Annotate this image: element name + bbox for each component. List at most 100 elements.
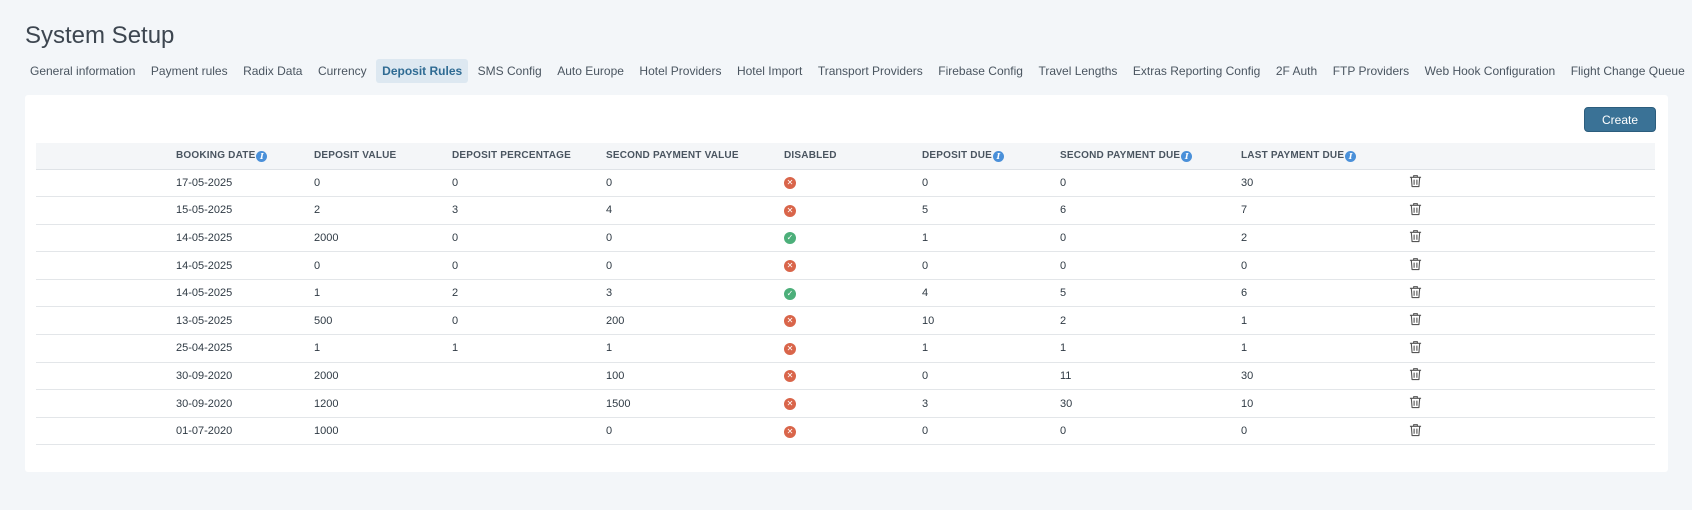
tab-flight-change-queue[interactable]: Flight Change Queue	[1565, 59, 1691, 83]
cell-deposit-percentage	[452, 389, 606, 418]
tab-auto-europe[interactable]: Auto Europe	[551, 59, 630, 83]
header-deposit-due[interactable]: DEPOSIT DUE i	[922, 143, 1060, 170]
header-second-payment-due[interactable]: SECOND PAYMENT DUE i	[1060, 143, 1241, 170]
info-icon[interactable]: i	[993, 150, 1004, 162]
x-circle-icon: ✕	[784, 425, 796, 438]
row-spacer	[36, 224, 176, 253]
info-icon[interactable]: i	[1181, 150, 1193, 162]
tab-sms-config[interactable]: SMS Config	[472, 59, 548, 83]
tab-web-hook-configuration[interactable]: Web Hook Configuration	[1419, 59, 1562, 83]
row-spacer	[36, 279, 176, 308]
table-row[interactable]: 14-05-2025 2000 0 0 ✓ 1 0 2	[36, 224, 1655, 253]
cell-disabled: ✕	[784, 251, 922, 280]
cell-deposit-due: 3	[922, 389, 1060, 418]
header-deposit-percentage[interactable]: DEPOSIT PERCENTAGE	[452, 143, 606, 170]
header-last-payment-due[interactable]: LAST PAYMENT DUE i	[1241, 143, 1409, 170]
tab-general-information[interactable]: General information	[24, 59, 141, 83]
cell-deposit-value: 500	[314, 306, 452, 336]
info-icon[interactable]: i	[1345, 150, 1357, 162]
trash-icon[interactable]	[1409, 423, 1422, 437]
create-button[interactable]: Create	[1584, 107, 1656, 132]
check-circle-icon: ✓	[784, 232, 796, 245]
trash-icon[interactable]	[1409, 257, 1422, 271]
tab-bar: General information Payment rules Radix Da…	[24, 59, 1692, 83]
tab-ftp-providers[interactable]: FTP Providers	[1327, 59, 1415, 83]
table-row[interactable]: 30-09-2020 1200 1500 ✕ 3 30 10	[36, 389, 1655, 418]
table-row[interactable]: 15-05-2025 2 3 4 ✕ 5 6 7	[36, 196, 1655, 225]
cell-disabled: ✕	[784, 389, 922, 418]
trash-icon[interactable]	[1409, 312, 1422, 326]
table-row[interactable]: 14-05-2025 1 2 3 ✓ 4 5 6	[36, 279, 1655, 308]
deposit-rules-table: BOOKING DATE i DEPOSIT VALUE DEPOSIT PERC…	[36, 143, 1655, 446]
cell-disabled: ✕	[784, 306, 922, 336]
cell-booking-date: 15-05-2025	[176, 196, 314, 225]
cell-actions	[1409, 389, 1655, 418]
tab-payment-rules[interactable]: Payment rules	[145, 59, 234, 83]
table-row[interactable]: 25-04-2025 1 1 1 ✕ 1 1 1	[36, 334, 1655, 363]
tab-extras-reporting-config[interactable]: Extras Reporting Config	[1127, 59, 1266, 83]
cell-last-payment-due: 2	[1241, 224, 1409, 253]
trash-icon[interactable]	[1409, 202, 1422, 216]
trash-icon[interactable]	[1409, 174, 1422, 188]
cell-second-payment-value: 1500	[606, 389, 784, 418]
row-spacer	[36, 362, 176, 391]
tab-currency[interactable]: Currency	[312, 59, 373, 83]
tab-transport-providers[interactable]: Transport Providers	[812, 59, 929, 83]
info-icon[interactable]: i	[256, 150, 268, 162]
cell-second-payment-due: 0	[1060, 251, 1241, 280]
cell-deposit-percentage	[452, 417, 606, 446]
table-row[interactable]: 14-05-2025 0 0 0 ✕ 0 0 0	[36, 251, 1655, 280]
tab-deposit-rules[interactable]: Deposit Rules	[376, 59, 469, 83]
x-circle-icon: ✕	[784, 342, 796, 355]
cell-second-payment-due: 6	[1060, 196, 1241, 225]
trash-icon[interactable]	[1409, 367, 1422, 381]
cell-second-payment-due: 1	[1060, 334, 1241, 363]
trash-icon[interactable]	[1409, 340, 1422, 354]
x-circle-icon: ✕	[784, 260, 796, 273]
cell-deposit-value: 0	[314, 251, 452, 280]
cell-deposit-percentage: 3	[452, 196, 606, 225]
cell-deposit-due: 0	[922, 362, 1060, 391]
cell-disabled: ✕	[784, 196, 922, 225]
page-title: System Setup	[25, 22, 175, 49]
cell-deposit-due: 1	[922, 334, 1060, 363]
cell-last-payment-due: 0	[1241, 251, 1409, 280]
tab-2f-auth[interactable]: 2F Auth	[1270, 59, 1323, 83]
cell-second-payment-value: 3	[606, 279, 784, 308]
tab-travel-lengths[interactable]: Travel Lengths	[1032, 59, 1123, 83]
table-row[interactable]: 17-05-2025 0 0 0 ✕ 0 0 30	[36, 169, 1655, 198]
tab-radix-data[interactable]: Radix Data	[237, 59, 308, 83]
cell-second-payment-value: 1	[606, 334, 784, 363]
header-booking-date[interactable]: BOOKING DATE i	[176, 143, 314, 170]
table-row[interactable]: 30-09-2020 2000 100 ✕ 0 11 30	[36, 362, 1655, 391]
trash-icon[interactable]	[1409, 229, 1422, 243]
cell-booking-date: 14-05-2025	[176, 279, 314, 308]
x-circle-icon: ✕	[784, 204, 796, 217]
cell-last-payment-due: 30	[1241, 169, 1409, 198]
cell-deposit-value: 1000	[314, 417, 452, 446]
cell-second-payment-due: 11	[1060, 362, 1241, 391]
tab-hotel-providers[interactable]: Hotel Providers	[633, 59, 727, 83]
tab-firebase-config[interactable]: Firebase Config	[932, 59, 1029, 83]
x-circle-icon: ✕	[784, 370, 796, 383]
header-actions	[1409, 143, 1655, 170]
cell-booking-date: 17-05-2025	[176, 169, 314, 198]
table-row[interactable]: 01-07-2020 1000 0 ✕ 0 0 0	[36, 417, 1655, 446]
trash-icon[interactable]	[1409, 395, 1422, 409]
cell-last-payment-due: 1	[1241, 334, 1409, 363]
trash-icon[interactable]	[1409, 285, 1422, 299]
cell-actions	[1409, 196, 1655, 225]
cell-deposit-percentage: 0	[452, 224, 606, 253]
cell-actions	[1409, 251, 1655, 280]
cell-deposit-percentage: 0	[452, 306, 606, 336]
x-circle-icon: ✕	[784, 177, 796, 190]
cell-deposit-value: 1200	[314, 389, 452, 418]
table-row[interactable]: 13-05-2025 500 0 200 ✕ 10 2 1	[36, 306, 1655, 336]
header-second-payment-value[interactable]: SECOND PAYMENT VALUE	[606, 143, 784, 170]
x-circle-icon: ✕	[784, 315, 796, 328]
cell-deposit-due: 10	[922, 306, 1060, 336]
cell-deposit-value: 2000	[314, 362, 452, 391]
header-deposit-value[interactable]: DEPOSIT VALUE	[314, 143, 452, 170]
header-disabled[interactable]: DISABLED	[784, 143, 922, 170]
tab-hotel-import[interactable]: Hotel Import	[731, 59, 808, 83]
